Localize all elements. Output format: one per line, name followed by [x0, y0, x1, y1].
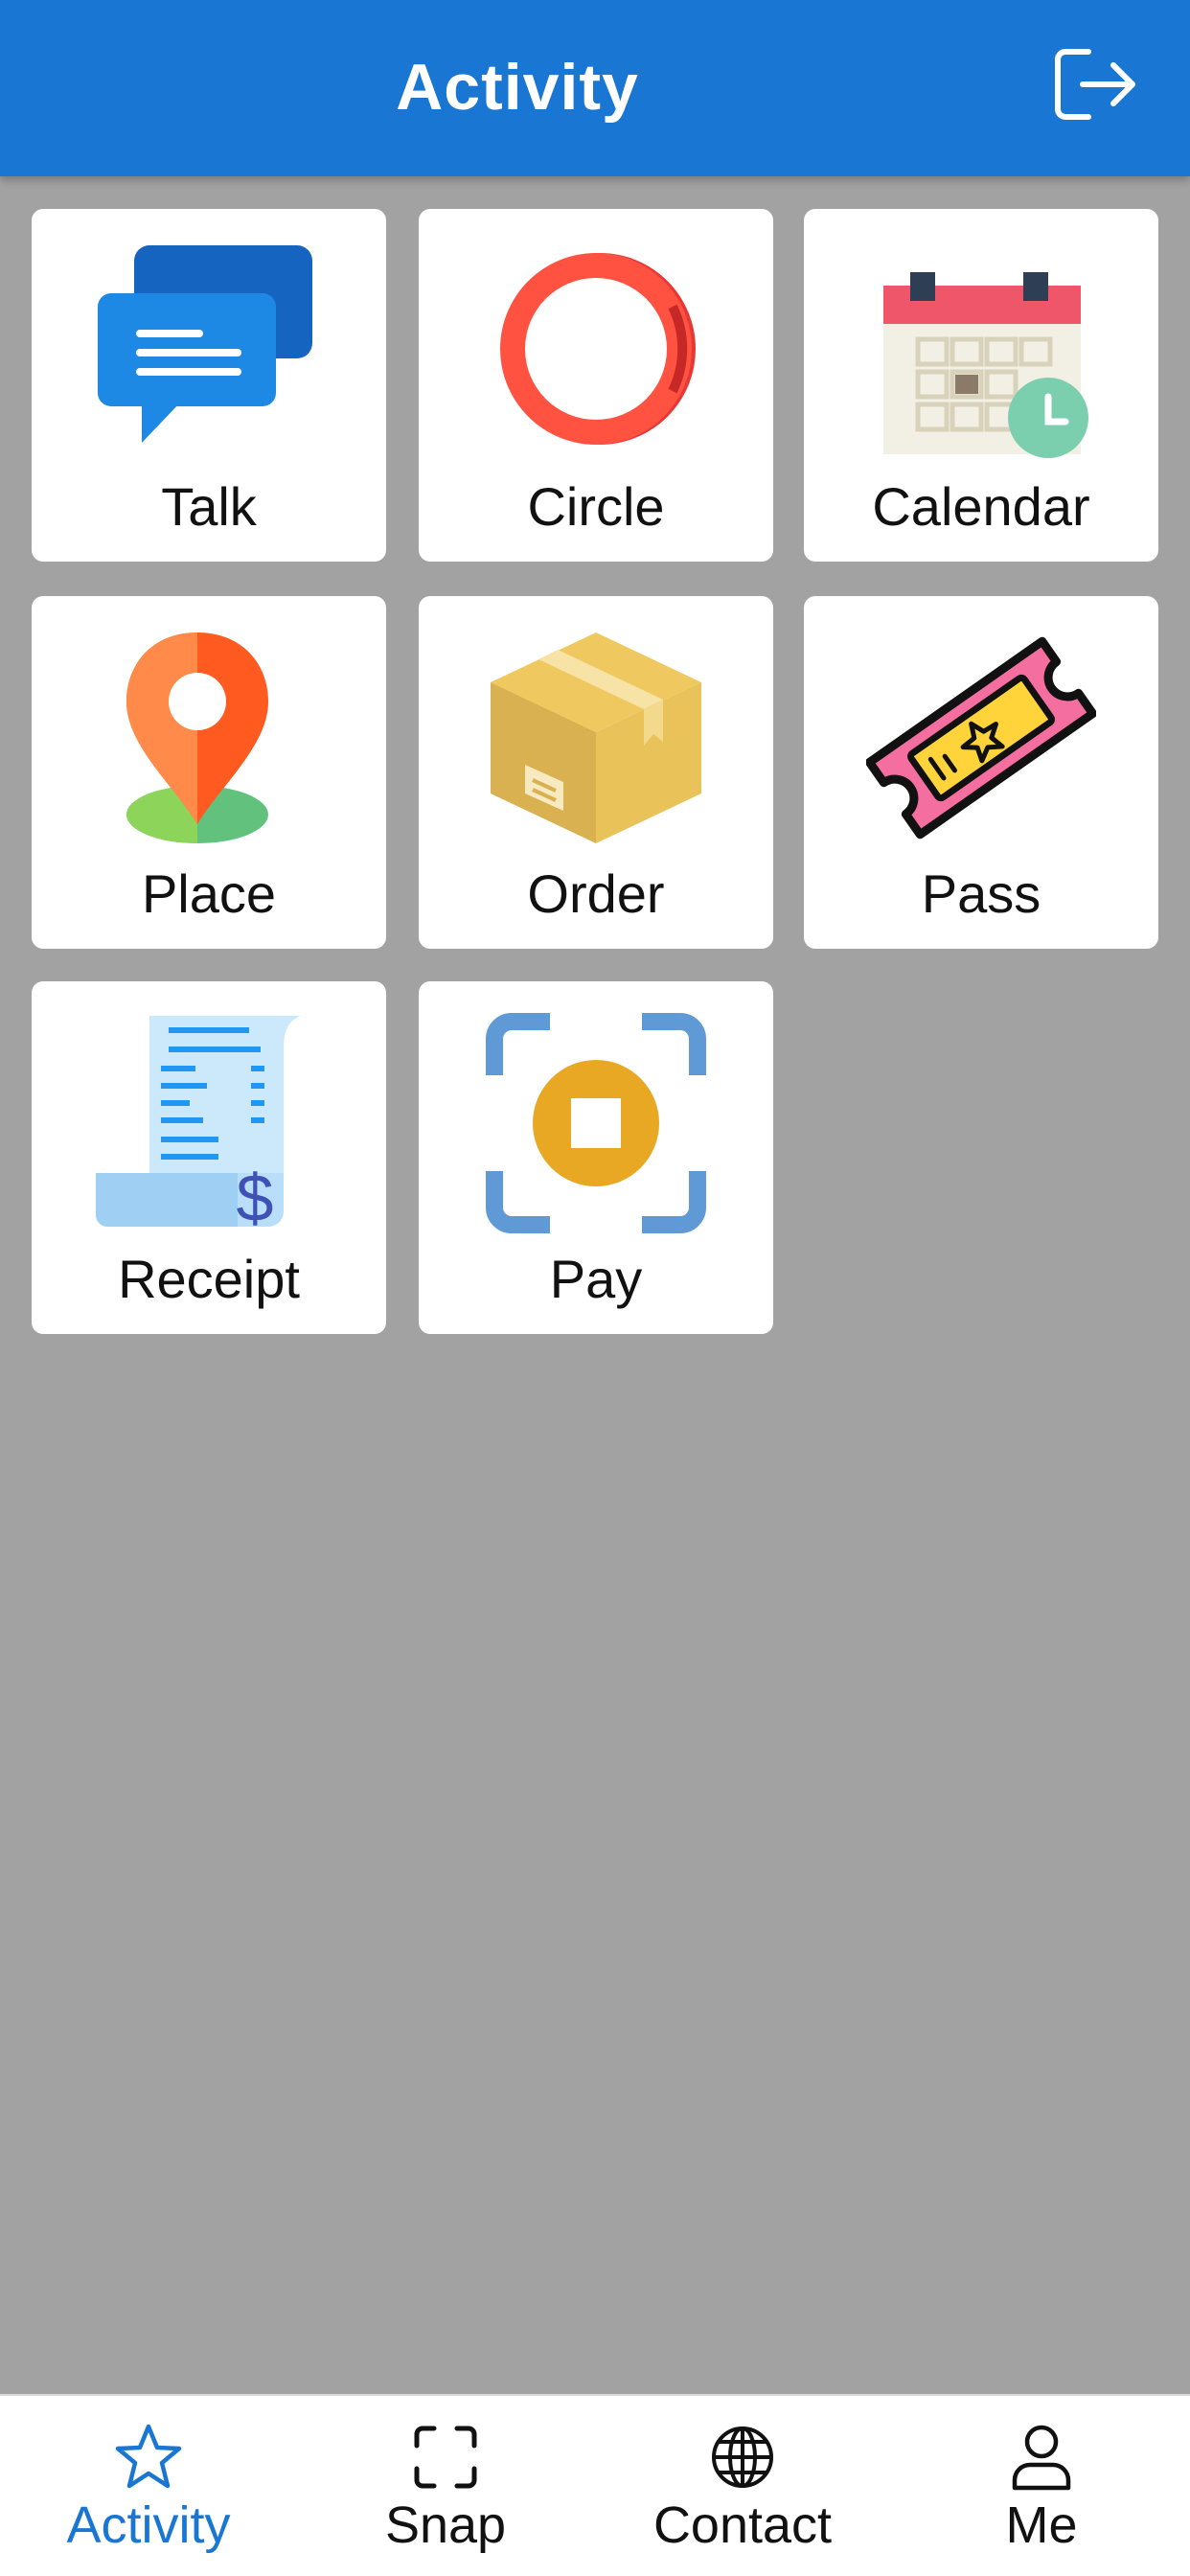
tile-place[interactable]: Place	[32, 596, 386, 949]
globe-icon	[708, 2423, 777, 2492]
tile-pass[interactable]: Pass	[804, 596, 1158, 949]
tile-label: Talk	[161, 476, 257, 537]
tile-label: Order	[527, 863, 665, 924]
nav-label: Contact	[652, 2496, 833, 2554]
page-title: Activity	[396, 51, 639, 124]
person-icon	[1007, 2423, 1076, 2492]
nav-item-me[interactable]: Me	[893, 2396, 1190, 2576]
tile-circle[interactable]: Circle	[419, 209, 773, 562]
tile-label: Calendar	[872, 476, 1090, 537]
tile-talk[interactable]: Talk	[32, 209, 386, 562]
logout-icon	[1055, 49, 1135, 120]
calendar-clock-icon	[866, 240, 1096, 462]
tile-calendar[interactable]: Calendar	[804, 209, 1158, 562]
receipt-icon: $	[94, 1012, 324, 1235]
tile-label: Pay	[549, 1249, 643, 1309]
tile-label: Receipt	[118, 1249, 300, 1309]
tile-label: Pass	[921, 863, 1041, 924]
top-app-bar: Activity	[0, 0, 1190, 176]
tile-order[interactable]: Order	[419, 596, 773, 949]
ticket-icon	[865, 627, 1097, 849]
scan-pay-icon	[481, 1012, 711, 1234]
nav-item-activity[interactable]: Activity	[0, 2396, 297, 2576]
svg-text:$: $	[237, 1161, 274, 1234]
scan-frame-icon	[411, 2423, 480, 2492]
tile-receipt[interactable]: $ Receipt	[32, 981, 386, 1334]
app-screen: Activity Talk Circle Calendar Place Orde…	[0, 0, 1190, 2576]
tile-label: Place	[141, 863, 277, 924]
chat-bubbles-icon	[94, 240, 324, 462]
nav-item-snap[interactable]: Snap	[297, 2396, 594, 2576]
tile-pay[interactable]: Pay	[419, 981, 773, 1334]
nav-label: Me	[1005, 2496, 1078, 2554]
nav-item-contact[interactable]: Contact	[594, 2396, 891, 2576]
nav-label: Activity	[66, 2496, 231, 2554]
ring-icon	[481, 240, 711, 462]
package-box-icon	[481, 627, 711, 849]
logout-button[interactable]	[1050, 44, 1142, 125]
tile-label: Circle	[527, 476, 665, 537]
map-pin-icon	[94, 627, 324, 849]
nav-label: Snap	[384, 2496, 507, 2554]
star-icon	[114, 2423, 183, 2492]
bottom-navigation: Activity Snap Contact Me	[0, 2394, 1190, 2576]
